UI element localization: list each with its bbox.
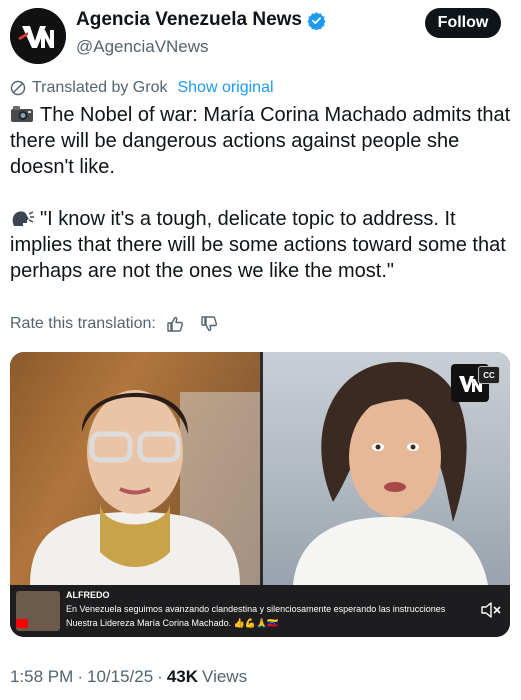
follow-button[interactable]: Follow [425, 8, 501, 38]
show-original-link[interactable]: Show original [177, 79, 273, 97]
meta-separator: · [157, 667, 163, 686]
tweet-body: The Nobel of war: María Corina Machado a… [10, 102, 515, 310]
tweet-header: Agencia Venezuela News @AgenciaVNews Fol… [0, 0, 521, 70]
tweet-paragraph-2-text: "I know it's a tough, delicate topic to … [10, 208, 506, 282]
thumbs-down-icon[interactable] [200, 315, 218, 333]
tweet-date[interactable]: 10/15/25 [87, 667, 153, 687]
caption-author: ALFREDO [66, 590, 110, 600]
tweet-time[interactable]: 1:58 PM [10, 667, 73, 687]
translation-note: Translated by Grok Show original [10, 79, 274, 97]
tweet-meta: 1:58 PM · 10/15/25 · 43K Views [10, 667, 247, 687]
account-handle[interactable]: @AgenciaVNews [76, 37, 209, 57]
closed-captions-badge[interactable]: CC [478, 366, 500, 384]
mute-icon[interactable] [480, 602, 502, 618]
rate-translation-label: Rate this translation: [10, 315, 156, 332]
translate-icon [10, 80, 26, 96]
meta-separator: · [77, 667, 83, 686]
video-player[interactable]: CC ALFREDO En Venezuela seguimos avanzan… [10, 352, 510, 637]
thumbs-up-icon[interactable] [166, 315, 184, 333]
display-name[interactable]: Agencia Venezuela News [76, 9, 302, 31]
video-caption-bar: ALFREDO En Venezuela seguimos avanzando … [10, 585, 510, 637]
video-left-speaker-panel [10, 352, 260, 585]
tweet-paragraph-2: "I know it's a tough, delicate topic to … [10, 206, 515, 284]
rate-translation-row: Rate this translation: [10, 315, 218, 333]
tweet-paragraph-1-text: The Nobel of war: María Corina Machado a… [10, 104, 511, 178]
tweet-paragraph-1: The Nobel of war: María Corina Machado a… [10, 102, 515, 180]
youtube-icon [16, 619, 28, 628]
account-avatar[interactable] [10, 8, 66, 64]
verified-badge-icon [307, 11, 326, 30]
avatar-logo-icon [10, 8, 66, 64]
camera-emoji-icon [11, 106, 33, 122]
translated-by-label: Translated by Grok [32, 79, 168, 96]
caption-text-line-2: Nuestra Lidereza María Corina Machado. 👍… [66, 618, 279, 628]
views-count[interactable]: 43K [167, 667, 198, 687]
left-speaker-figure [30, 390, 260, 585]
views-label: Views [202, 667, 248, 686]
caption-text-line-1: En Venezuela seguimos avanzando clandest… [66, 604, 446, 614]
speaking-head-emoji-icon [12, 211, 34, 226]
display-name-row[interactable]: Agencia Venezuela News [76, 9, 326, 31]
